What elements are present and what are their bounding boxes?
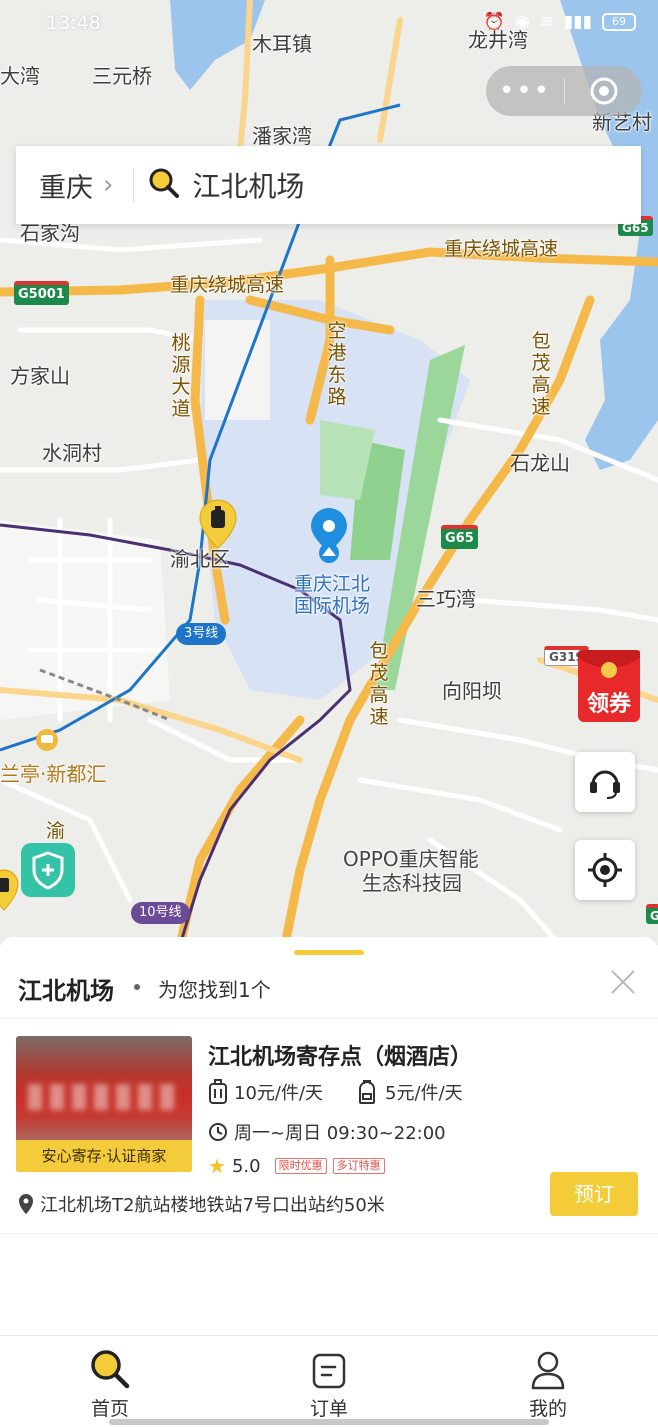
search-icon — [60, 1346, 160, 1390]
chevron-right-icon[interactable]: › — [103, 170, 113, 200]
results-title: 江北机场 — [18, 977, 114, 1005]
results-count: 为您找到1个 — [158, 978, 271, 1002]
certified-badge: 安心寄存·认证商家 — [16, 1140, 192, 1172]
metro-line-badge: 10号线 — [131, 902, 190, 924]
wifi-icon: ≋ — [539, 12, 554, 32]
store-name: 江北机场寄存点（烟酒店） — [208, 1045, 473, 1070]
crosshair-icon — [588, 853, 622, 887]
tab-orders-label: 订单 — [309, 1398, 348, 1420]
tab-orders[interactable]: 订单 — [279, 1346, 379, 1421]
map-view[interactable]: 木耳镇 龙井湾 大湾 三元桥 新艺村 潘家湾 石家沟 方家山 水洞村 石龙山 渝… — [0, 0, 658, 945]
map-place-label: 生态科技园 — [362, 871, 462, 895]
app-screen: 木耳镇 龙井湾 大湾 三元桥 新艺村 潘家湾 石家沟 方家山 水洞村 石龙山 渝… — [0, 0, 658, 1427]
location-pin-icon — [19, 1194, 33, 1214]
headset-icon — [590, 770, 620, 799]
results-sheet: 江北机场 为您找到1个 安心寄存·认证商家 江北机场寄存点（烟酒店） 10元/件… — [0, 937, 658, 1335]
road-label: 空港东路 — [327, 320, 347, 408]
city-selector[interactable]: 重庆 — [39, 166, 93, 205]
result-card[interactable]: 安心寄存·认证商家 江北机场寄存点（烟酒店） 10元/件/天 5元/件/天 周一… — [0, 1019, 658, 1234]
search-input[interactable]: 江北机场 — [192, 165, 304, 205]
tab-bar: 首页 订单 我的 — [0, 1335, 658, 1427]
road-label: 重庆绕城高速 — [444, 238, 559, 260]
coupon-button[interactable]: 领券 — [576, 648, 642, 724]
highway-shield: G65 — [441, 525, 478, 549]
title-separator-dot — [134, 984, 140, 990]
status-icons: ⏰ ◉ ≋ ▮▮▮ 69 — [484, 12, 636, 32]
road-label: 渝 — [46, 820, 66, 842]
store-photo: 安心寄存·认证商家 — [16, 1036, 192, 1172]
tab-home-label: 首页 — [90, 1398, 129, 1420]
map-place-label: 石龙山 — [510, 451, 570, 475]
close-icon[interactable] — [610, 969, 636, 995]
book-button[interactable]: 预订 — [550, 1172, 638, 1216]
map-place-label: OPPO重庆智能 — [343, 847, 479, 871]
rating-value: 5.0 — [231, 1155, 261, 1177]
user-icon — [498, 1346, 598, 1390]
promo-tag: 限时优惠 — [274, 1158, 327, 1174]
miniprogram-capsule: ••• — [486, 66, 642, 116]
order-icon — [279, 1346, 379, 1390]
price-large: 10元/件/天 — [234, 1083, 324, 1104]
tab-profile-label: 我的 — [528, 1398, 567, 1420]
search-icon[interactable] — [148, 167, 180, 203]
status-bar: 13:48 ⏰ ◉ ≋ ▮▮▮ 69 — [0, 0, 658, 48]
map-place-label: 兰亭·新都汇 — [0, 762, 107, 786]
road-label: 包茂高速 — [531, 330, 551, 418]
highway-shield: G65 — [646, 904, 658, 924]
price-small-item: 5元/件/天 — [355, 1079, 463, 1105]
price-row: 10元/件/天 5元/件/天 — [208, 1079, 463, 1105]
clock-icon — [209, 1123, 227, 1141]
alarm-icon: ⏰ — [483, 12, 505, 32]
home-indicator[interactable] — [109, 1419, 549, 1425]
target-circle-icon — [590, 77, 617, 105]
locate-me-button[interactable] — [575, 840, 635, 900]
coupon-label: 领券 — [586, 692, 631, 717]
price-small: 5元/件/天 — [385, 1083, 463, 1104]
map-place-label: 三元桥 — [92, 64, 152, 88]
road-label: 包茂高速 — [369, 640, 389, 728]
tab-home[interactable]: 首页 — [60, 1346, 160, 1421]
store-sign-image — [28, 1084, 178, 1110]
star-icon: ★ — [208, 1154, 226, 1178]
search-divider — [133, 168, 135, 202]
price-large-item: 10元/件/天 — [208, 1079, 323, 1105]
location-icon: ◉ — [514, 12, 530, 32]
promo-tag: 多订特惠 — [332, 1158, 385, 1174]
opening-hours: 周一~周日 09:30~22:00 — [234, 1123, 446, 1144]
highway-shield: G5001 — [14, 281, 69, 305]
map-place-label: 三巧湾 — [416, 587, 476, 611]
map-place-label: 大湾 — [0, 64, 40, 88]
map-place-label: 渝北区 — [170, 547, 230, 571]
customer-service-button[interactable] — [575, 752, 635, 812]
hours-row: 周一~周日 09:30~22:00 — [208, 1119, 446, 1145]
suitcase-icon — [209, 1079, 227, 1104]
safety-shield-button[interactable] — [21, 843, 75, 897]
airport-label-line1: 重庆江北 — [293, 573, 370, 595]
road-label: 重庆绕城高速 — [170, 274, 285, 296]
map-place-label: 石家沟 — [20, 221, 80, 245]
signal-icon: ▮▮▮ — [563, 12, 592, 32]
battery-icon: 69 — [602, 13, 636, 31]
more-menu-button[interactable]: ••• — [486, 66, 564, 116]
rating-row: ★ 5.0 限时优惠 多订特惠 — [208, 1154, 385, 1178]
results-header: 江北机场 为您找到1个 — [0, 955, 658, 1019]
metro-line-badge: 3号线 — [176, 623, 227, 645]
store-address: 江北机场T2航站楼地铁站7号口出站约50米 — [40, 1195, 385, 1216]
map-place-label: 向阳坝 — [442, 679, 502, 703]
address-row: 江北机场T2航站楼地铁站7号口出站约50米 — [18, 1191, 385, 1217]
backpack-icon — [359, 1080, 376, 1104]
tab-profile[interactable]: 我的 — [498, 1346, 598, 1421]
status-time: 13:48 — [46, 12, 101, 34]
map-place-label: 方家山 — [10, 364, 70, 388]
shield-plus-icon — [21, 843, 75, 897]
close-miniprogram-button[interactable] — [565, 76, 642, 106]
airport-label[interactable]: 重庆江北 国际机场 — [282, 573, 382, 617]
map-place-label: 水洞村 — [42, 441, 102, 465]
map-place-label: 潘家湾 — [252, 124, 312, 148]
search-bar: 重庆 › 江北机场 — [16, 146, 641, 224]
luggage-marker[interactable] — [0, 869, 19, 911]
road-label: 桃源大道 — [171, 332, 191, 420]
airport-label-line2: 国际机场 — [293, 595, 370, 617]
